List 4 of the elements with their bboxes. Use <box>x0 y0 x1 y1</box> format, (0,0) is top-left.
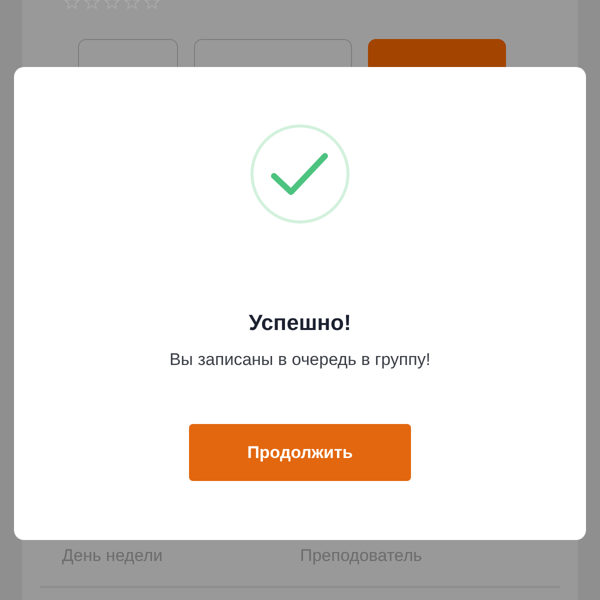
checkmark-icon <box>250 124 350 224</box>
dialog-title: Успешно! <box>248 310 352 336</box>
dialog-message: Вы записаны в очередь в группу! <box>169 350 431 370</box>
continue-button[interactable]: Продолжить <box>189 424 411 481</box>
